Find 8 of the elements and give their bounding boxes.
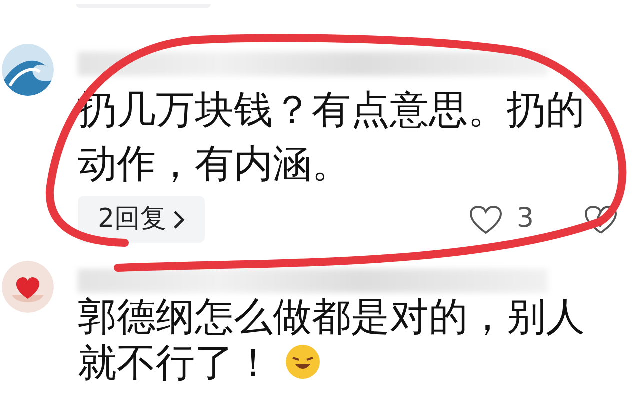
heart-avatar (2, 261, 54, 313)
laughing-emoji-icon (285, 344, 322, 380)
like-count: 3 (516, 202, 534, 236)
comment-text: 郭德纲怎么做都是对的，别人就不行了！ (78, 295, 586, 387)
chevron-right-icon (172, 210, 185, 230)
heart-outline-icon[interactable] (468, 204, 503, 234)
replies-button[interactable]: 2回复 (78, 196, 205, 243)
broken-heart-icon[interactable] (584, 204, 618, 234)
